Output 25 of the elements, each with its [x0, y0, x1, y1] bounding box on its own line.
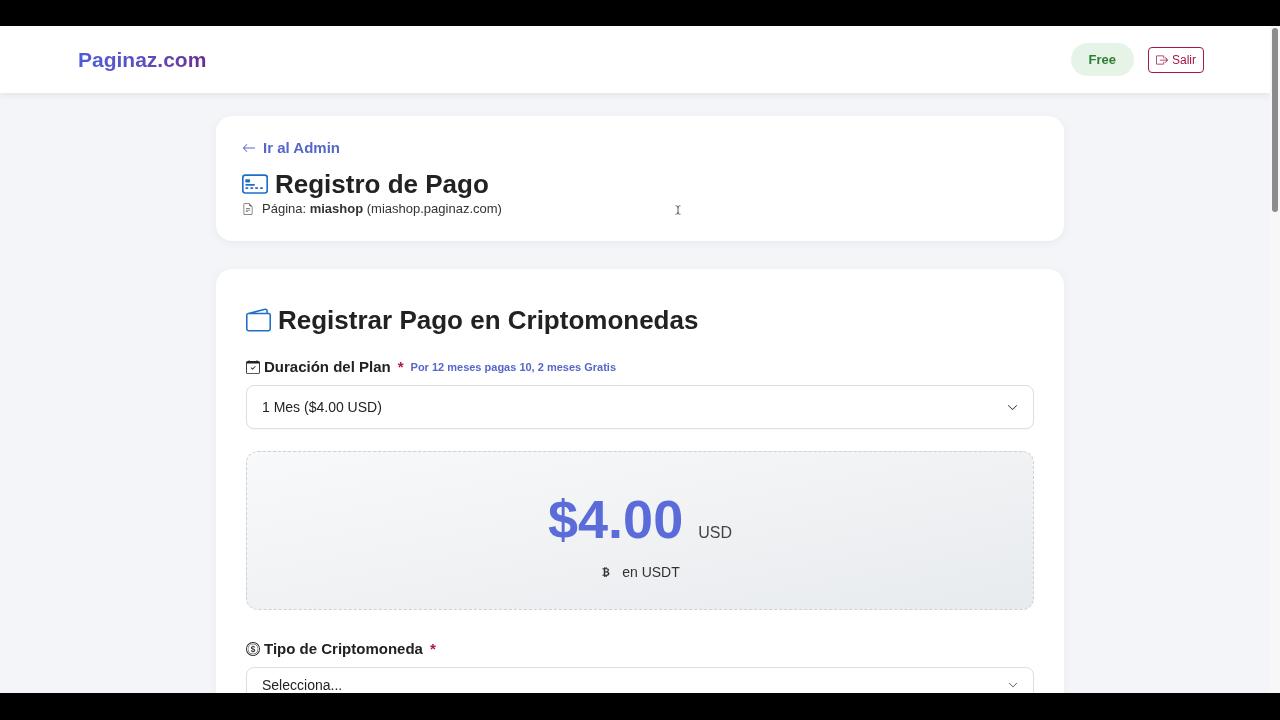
coin-icon: [246, 642, 260, 656]
document-icon: [242, 203, 254, 215]
logout-icon: [1156, 53, 1168, 66]
calendar-check-icon: [246, 360, 260, 374]
wallet-icon: [246, 307, 271, 333]
required-asterisk: *: [397, 356, 404, 377]
plan-duration-select[interactable]: 1 Mes ($4.00 USD): [246, 385, 1034, 429]
required-asterisk: *: [429, 638, 436, 659]
hint-text: Por 12 meses pagas 10, 2 meses Gratis: [410, 359, 616, 375]
back-link[interactable]: Ir al Admin: [242, 138, 340, 158]
logout-button[interactable]: Salir: [1148, 46, 1204, 73]
currency-label: USD: [698, 523, 732, 543]
credit-card-icon: [242, 171, 268, 197]
crypto-type-select[interactable]: Selecciona...: [246, 667, 1034, 693]
plan-badge: Free: [1070, 43, 1134, 76]
text-cursor-icon: [673, 202, 683, 218]
payment-network-label: en USDT: [622, 562, 680, 582]
chevron-down-icon: [1008, 680, 1018, 690]
page-subtitle: Página: miashop (miashop.paginaz.com): [262, 200, 502, 219]
field-label: Duración del Plan: [264, 356, 391, 377]
page-title: Registro de Pago: [275, 168, 489, 200]
price-amount: $4.00: [548, 488, 684, 550]
form-title: Registrar Pago en Criptomonedas: [278, 304, 699, 336]
field-label: Tipo de Criptomoneda: [264, 638, 423, 659]
scrollbar-thumb[interactable]: [1272, 28, 1278, 212]
